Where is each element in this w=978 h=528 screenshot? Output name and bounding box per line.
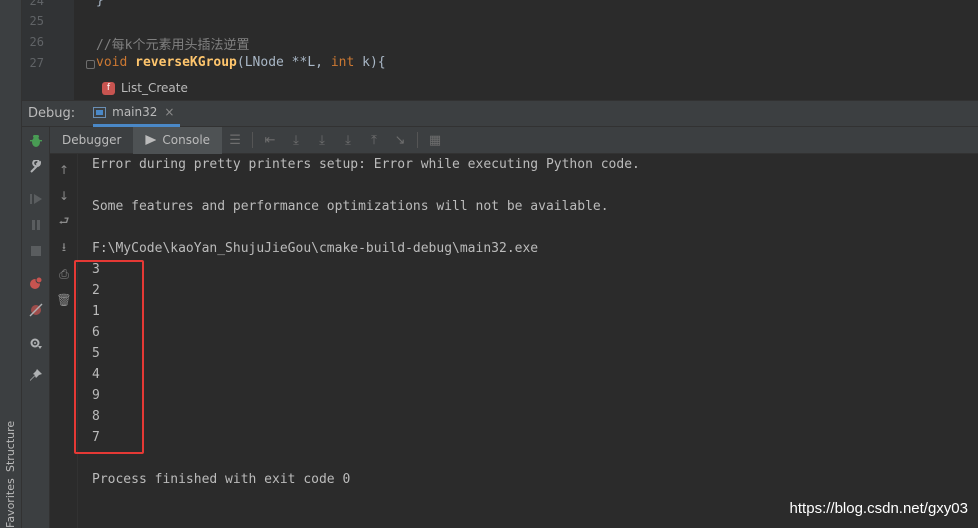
trash-icon[interactable]: 🗑 <box>56 292 72 308</box>
up-arrow-icon[interactable]: ↑ <box>56 162 72 178</box>
console-line: Process finished with exit code 0 <box>92 472 351 487</box>
code-line[interactable]: } <box>96 0 104 8</box>
console-line: Some features and performance optimizati… <box>92 199 609 214</box>
line-number: 25 <box>29 14 44 28</box>
show-execution-point-icon[interactable]: ⇤ <box>257 127 283 154</box>
mute-breakpoints-icon[interactable] <box>28 302 44 318</box>
debug-sub-tabs: Debugger Console ☰ ⇤ ⤓ ⤓ ⤓ ⤒ ↘ ▦ <box>50 126 978 154</box>
pin-icon[interactable] <box>28 367 44 383</box>
pause-icon[interactable] <box>28 217 44 233</box>
close-icon[interactable]: × <box>164 105 174 119</box>
function-name: reverseKGroup <box>135 55 237 70</box>
breadcrumb[interactable]: f List_Create <box>102 78 188 98</box>
toolbar-separator <box>417 132 419 148</box>
bug-icon[interactable] <box>28 133 44 149</box>
code-text: (LNode **L, <box>236 55 331 70</box>
line-number: 27 <box>29 56 44 70</box>
favorites-side-tab[interactable]: Favorites <box>4 478 17 528</box>
debug-label: Debug: <box>28 106 76 121</box>
tab-debugger[interactable]: Debugger <box>50 127 133 154</box>
console-line: Error during pretty printers setup: Erro… <box>92 157 640 172</box>
fold-icon[interactable] <box>86 60 95 69</box>
run-to-cursor-icon[interactable]: ↘ <box>387 127 413 154</box>
print-icon[interactable]: ⎙ <box>56 266 72 282</box>
tab-label: Console <box>162 133 211 147</box>
menu-icon[interactable]: ☰ <box>222 127 248 154</box>
output-highlight-box <box>74 260 144 454</box>
wrench-icon[interactable] <box>28 159 44 175</box>
debug-left-toolbar <box>22 127 50 528</box>
tab-console[interactable]: Console <box>133 126 223 154</box>
keyword: int <box>330 55 355 70</box>
force-step-into-icon[interactable]: ⤓ <box>335 127 361 154</box>
code-editor[interactable]: 24 } 25 26 //每k个元素用头插法逆置 27 void reverse… <box>22 0 978 100</box>
tab-label: main32 <box>112 105 158 119</box>
left-tool-strip: Structure Favorites <box>0 0 22 528</box>
soft-wrap-icon[interactable]: ⮐ <box>56 214 72 230</box>
debug-tool-window-header: Debug: main32 × <box>22 100 978 127</box>
run-config-icon <box>93 106 107 118</box>
console-icon <box>145 135 157 145</box>
code-line[interactable]: void reverseKGroup(LNode **L, int k){ <box>96 55 386 70</box>
code-text: k){ <box>354 55 386 70</box>
line-number: 24 <box>29 0 44 8</box>
tab-label: Debugger <box>62 133 122 147</box>
step-over-icon[interactable]: ⤓ <box>283 127 309 154</box>
down-arrow-icon[interactable]: ↓ <box>56 188 72 204</box>
code-comment[interactable]: //每k个元素用头插法逆置 <box>96 34 249 53</box>
evaluate-icon[interactable]: ▦ <box>422 127 448 154</box>
breadcrumb-item[interactable]: List_Create <box>121 81 188 95</box>
structure-side-tab[interactable]: Structure <box>4 421 17 472</box>
console-output[interactable]: Error during pretty printers setup: Erro… <box>92 154 972 528</box>
console-line: F:\MyCode\kaoYan_ShujuJieGou\cmake-build… <box>92 241 539 256</box>
toolbar-separator <box>252 132 254 148</box>
resume-icon[interactable] <box>28 191 44 207</box>
tab-main32[interactable]: main32 × <box>93 100 181 127</box>
keyword: void <box>96 55 128 70</box>
view-breakpoints-icon[interactable] <box>28 275 44 291</box>
line-number: 26 <box>29 35 44 49</box>
stop-icon[interactable] <box>28 243 44 259</box>
scroll-to-end-icon[interactable]: ⭳ <box>56 240 72 256</box>
settings-icon[interactable] <box>28 335 44 351</box>
step-out-icon[interactable]: ⤒ <box>361 127 387 154</box>
step-into-icon[interactable]: ⤓ <box>309 127 335 154</box>
watermark: https://blog.csdn.net/gxy03 <box>789 500 968 517</box>
function-icon: f <box>102 81 115 95</box>
